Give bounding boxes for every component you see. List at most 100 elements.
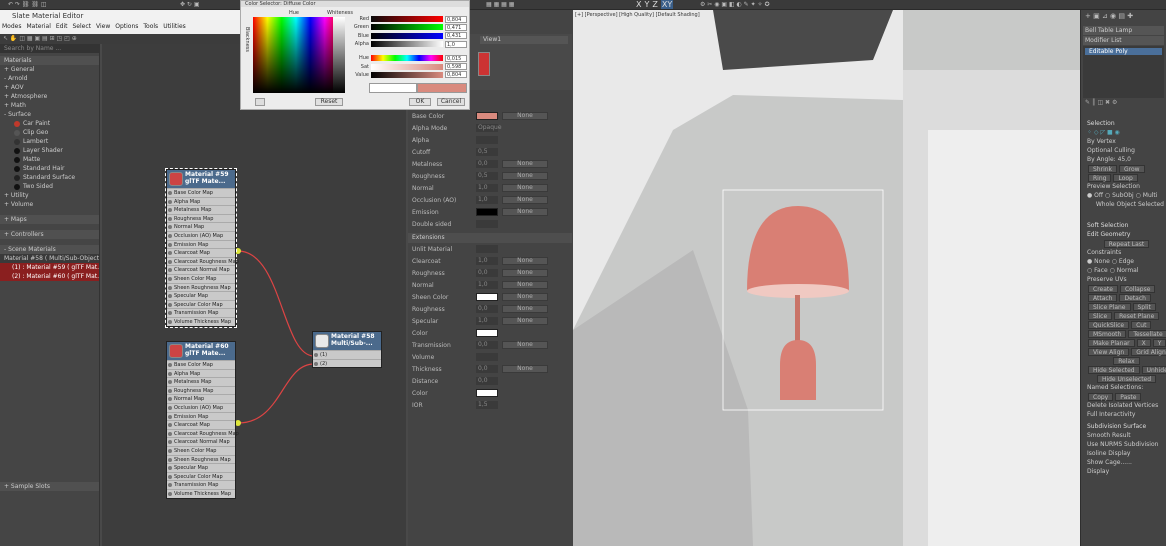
map-button[interactable]: None — [502, 196, 548, 204]
param-value[interactable] — [476, 245, 498, 253]
search-input[interactable]: Search by Name ... — [0, 44, 99, 53]
channel-value[interactable]: 0,015 — [445, 54, 467, 62]
map-button[interactable]: None — [502, 341, 548, 349]
paste-button[interactable]: Paste — [1115, 393, 1142, 401]
stack-item-editable-poly[interactable]: Editable Poly — [1085, 48, 1162, 55]
by-vertex[interactable]: By Vertex — [1081, 137, 1166, 146]
param-value[interactable]: 1,0 — [476, 317, 498, 325]
constraint-edge[interactable]: Edge — [1119, 258, 1134, 265]
node-slot[interactable]: Base Color Map — [167, 360, 235, 369]
browser-item[interactable]: - Scene Materials — [0, 245, 99, 254]
menu-options[interactable]: Options — [115, 23, 138, 34]
node-slot[interactable]: Alpha Map — [167, 368, 235, 378]
reset-plane-button[interactable]: Reset Plane — [1114, 312, 1160, 320]
param-value[interactable] — [476, 353, 498, 361]
constraint-none[interactable]: None — [1094, 258, 1110, 265]
make-planar-button[interactable]: Make Planar — [1088, 339, 1135, 347]
menu-edit[interactable]: Edit — [56, 23, 68, 34]
node-view[interactable]: Material #59 glTF Mate... Base Color Map A… — [102, 44, 406, 546]
copy-button[interactable]: Copy — [1088, 393, 1114, 401]
node-slot[interactable]: Clearcoat Map — [167, 420, 235, 429]
node-material-60[interactable]: Material #60 glTF Mate... Base Color Map A… — [166, 341, 239, 499]
param-value[interactable]: 0,0 — [476, 365, 498, 373]
channel-value[interactable]: 0,431 — [445, 32, 467, 40]
object-name-field[interactable]: Bell Table Lamp — [1083, 26, 1164, 35]
channel-slider[interactable] — [371, 32, 443, 39]
node-slot[interactable]: Alpha Map — [167, 196, 235, 206]
color-swatch[interactable] — [476, 112, 498, 120]
param-value[interactable]: 1,0 — [476, 281, 498, 289]
whiteness-bar[interactable] — [333, 17, 345, 93]
menu-view[interactable]: View — [96, 23, 110, 34]
cut-button[interactable]: Cut — [1131, 321, 1152, 329]
node-material-58[interactable]: Material #58 Multi/Sub-... (1) (2) — [312, 331, 382, 369]
node-slot[interactable]: Specular Map — [167, 291, 235, 300]
browser-item[interactable]: - Arnold — [0, 74, 99, 83]
smooth-result[interactable]: Smooth Result — [1081, 431, 1166, 440]
node-slot[interactable]: Emission Map — [167, 411, 235, 421]
param-value[interactable]: Opaque — [476, 124, 502, 132]
node-slot[interactable]: (1) — [313, 350, 381, 359]
grow-button[interactable]: Grow — [1119, 165, 1145, 173]
axis-z-button[interactable]: Z — [652, 0, 657, 9]
ok-button[interactable]: OK — [409, 98, 431, 106]
map-button[interactable]: None — [502, 317, 548, 325]
node-slot[interactable]: Emission Map — [167, 239, 235, 249]
param-value[interactable]: 1,5 — [476, 401, 498, 409]
relax-button[interactable]: Relax — [1113, 357, 1140, 365]
channel-value[interactable]: 0,804 — [445, 15, 467, 23]
edit-geometry-rollout[interactable]: Edit Geometry — [1081, 230, 1166, 239]
channel-slider[interactable] — [371, 55, 443, 62]
subdivision-rollout[interactable]: Subdivision Surface — [1081, 422, 1166, 431]
browser-item[interactable]: Lambert — [0, 137, 99, 146]
reset-button[interactable]: Reset — [315, 98, 343, 106]
constraint-normal[interactable]: Normal — [1117, 267, 1139, 274]
channel-value[interactable]: 0,804 — [445, 71, 467, 79]
param-value[interactable]: 1,0 — [476, 184, 498, 192]
shrink-button[interactable]: Shrink — [1088, 165, 1118, 173]
node-material-59[interactable]: Material #59 glTF Mate... Base Color Map A… — [165, 168, 239, 328]
browser-item[interactable]: + Atmosphere — [0, 92, 99, 101]
node-slot[interactable]: Clearcoat Roughness Map — [167, 256, 239, 266]
param-value[interactable]: 0,0 — [476, 305, 498, 313]
color-swatch[interactable] — [476, 208, 498, 216]
axis-xy-button[interactable]: XY — [660, 0, 674, 9]
channel-value[interactable]: 0,471 — [445, 23, 467, 31]
browser-item[interactable]: Matte — [0, 155, 99, 164]
hide-unselected-button[interactable]: Hide Unselected — [1096, 375, 1157, 383]
channel-slider[interactable] — [371, 71, 443, 78]
node-slot[interactable]: Normal Map — [167, 394, 235, 403]
channel-slider[interactable] — [371, 24, 443, 31]
node-slot[interactable]: Sheen Color Map — [167, 273, 235, 283]
node-slot[interactable]: Metalness Map — [167, 205, 235, 214]
node-slot[interactable]: Sheen Roughness Map — [167, 282, 235, 292]
selection-rollout[interactable]: Selection — [1081, 119, 1166, 128]
toolbar-icons-right[interactable]: ⚙ ✂ ◉ ▣ ◧ ◐ ✎ ✦ ✧ ✪ — [700, 1, 770, 8]
stack-tools[interactable]: ✎ ║ ◫ ✖ ⚙ — [1081, 99, 1166, 109]
node-slot[interactable]: Transmission Map — [167, 308, 235, 317]
select-tool-icon[interactable]: ↖ ✋ ◫ ▦ ▣ ▤ ⊞ ◳ ◰ ⊕ — [3, 35, 77, 42]
param-value[interactable]: 0,5 — [476, 172, 498, 180]
hide-selected-button[interactable]: Hide Selected — [1088, 366, 1140, 374]
node-slot[interactable]: Normal Map — [167, 222, 235, 231]
eyedropper-icon[interactable] — [255, 98, 265, 106]
node-slot[interactable]: Clearcoat Map — [167, 248, 235, 257]
color-swatch[interactable] — [476, 389, 498, 397]
slice-button[interactable]: Slice — [1088, 312, 1113, 320]
subobject-icons[interactable]: ⁘ ◇ ◸ ■ ◉ — [1081, 128, 1166, 137]
quickslice-button[interactable]: QuickSlice — [1088, 321, 1130, 329]
param-value[interactable]: 0,0 — [476, 160, 498, 168]
color-swatch[interactable] — [476, 293, 498, 301]
node-header[interactable]: Material #60 glTF Mate... — [167, 342, 235, 360]
node-slot[interactable]: Clearcoat Normal Map — [167, 437, 235, 446]
node-slot[interactable]: Metalness Map — [167, 377, 235, 386]
browser-item[interactable]: Material #58 ( Multi/Sub-Object ) — [0, 254, 99, 263]
tessellate-button[interactable]: Tessellate — [1128, 330, 1166, 338]
channel-value[interactable]: 0,598 — [445, 63, 467, 71]
param-value[interactable] — [476, 220, 498, 228]
split-button[interactable]: Split — [1132, 303, 1156, 311]
delete-isolated[interactable]: Delete Isolated Vertices — [1081, 401, 1166, 410]
node-header[interactable]: Material #58 Multi/Sub-... — [313, 332, 381, 350]
preview-multi[interactable]: Multi — [1143, 192, 1158, 199]
panel-tabs[interactable]: + ▣ ⊿ ◉ ▤ ✚ — [1081, 10, 1166, 22]
